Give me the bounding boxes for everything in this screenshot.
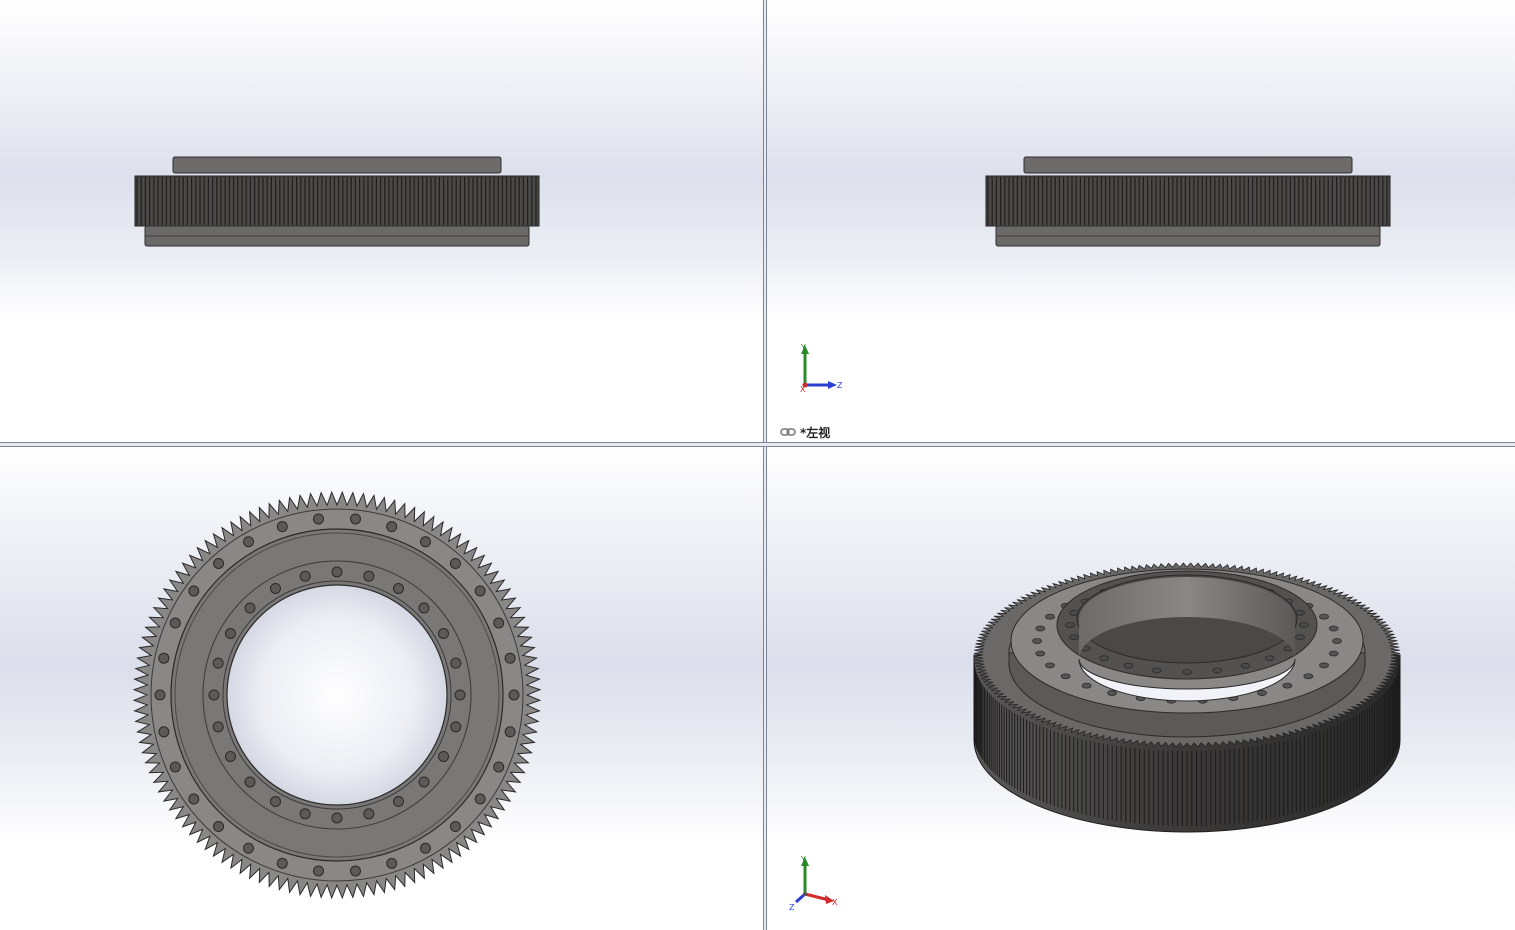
inner-bolt-hole [438,628,450,639]
inner-bolt-hole [393,796,404,808]
inner-bolt-hole [418,776,430,788]
inner-bolt-hole [299,570,311,582]
inner-bolt-hole [450,657,462,669]
inner-bolt-hole [454,689,466,701]
outer-bolt-hole [350,865,362,877]
triad-axis-z: Z [837,381,843,390]
outer-bolt-hole [449,821,461,833]
inner-bolt-hole [224,751,236,762]
coordinate-triad-icon: Y Z X [789,855,838,912]
outer-bolt-hole [504,652,516,664]
outer-bolt-hole [474,585,486,597]
triad-axis-y: Y [800,855,806,864]
outer-bolt-hole [350,513,362,525]
outer-bolt-hole [243,842,254,854]
inner-bolt-hole [331,812,343,824]
gear-top-body [132,490,542,900]
outer-bolt-hole [243,536,254,548]
outer-bolt-hole [188,585,200,597]
inner-bolt-hole [244,602,256,614]
inner-bolt-hole [208,689,220,701]
inner-bolt-hole [438,751,450,762]
gear-side-body [134,156,540,247]
triad-axis-y: Y [800,343,806,352]
viewport-top[interactable] [0,447,763,930]
inner-bolt-hole [363,808,375,820]
outer-bolt-hole [213,557,225,569]
inner-bolt-hole [244,776,256,788]
outer-bolt-hole [276,857,288,869]
view-name-label: *左视 [780,424,830,440]
gear-isometric-view [973,562,1401,833]
outer-bolt-hole [158,726,170,738]
inner-bolt-hole [212,721,224,733]
outer-bolt-hole [158,652,170,664]
outer-bolt-hole [508,689,520,701]
outer-bolt-hole [169,761,181,773]
viewport-splitter-vertical[interactable] [763,0,767,930]
outer-bolt-hole [188,793,200,805]
inner-bolt-hole [393,582,404,594]
outer-bolt-hole [386,521,398,533]
outer-bolt-hole [449,557,461,569]
gear-side-view [134,156,540,247]
inner-bolt-hole [331,566,343,578]
viewport-front[interactable] [0,0,763,442]
outer-bolt-hole [493,761,505,773]
inner-bolt-hole [270,796,281,808]
outer-bolt-hole [493,617,505,629]
outer-bolt-hole [420,842,431,854]
link-icon [780,428,796,436]
outer-bolt-hole [420,536,431,548]
triad-axis-x: X [800,385,806,394]
triad-axis-x: X [832,898,838,907]
gear-isometric-body [973,562,1401,833]
gear-top-view [132,490,542,900]
outer-bolt-hole [312,865,324,877]
outer-bolt-hole [154,689,166,701]
inner-bolt-hole [299,808,311,820]
outer-bolt-hole [386,857,398,869]
view-name-text: *左视 [800,425,831,440]
outer-bolt-hole [474,793,486,805]
inner-bolt-hole [363,570,375,582]
triad-axis-z: Z [789,903,795,912]
outer-bolt-hole [504,726,516,738]
outer-bolt-hole [312,513,324,525]
inner-bolt-hole [224,628,236,639]
inner-bolt-hole [212,657,224,669]
coordinate-triad-icon: Y X Z [800,343,843,394]
inner-bolt-hole [450,721,462,733]
outer-bolt-hole [169,617,181,629]
outer-bolt-hole [213,821,225,833]
inner-bolt-hole [418,602,430,614]
viewport-isometric[interactable]: Y Z X [767,447,1515,930]
gear-side-body [985,156,1391,247]
viewport-splitter-horizontal[interactable] [0,442,1515,447]
inner-bolt-hole [270,582,281,594]
outer-bolt-hole [276,521,288,533]
gear-side-view [985,156,1391,247]
viewport-left[interactable]: Y X Z [767,0,1515,442]
